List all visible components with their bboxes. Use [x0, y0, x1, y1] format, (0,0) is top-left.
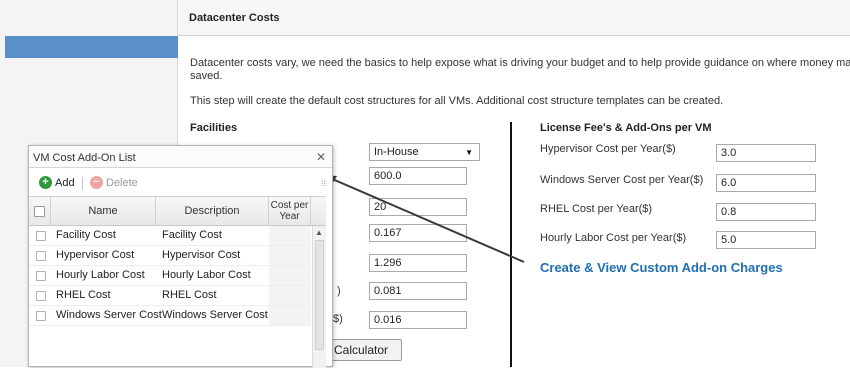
add-button-label: Add — [55, 176, 75, 189]
grid-body: Facility Cost Facility Cost Hypervisor C… — [29, 226, 311, 326]
facility-field-1[interactable]: 600.0 — [369, 167, 467, 185]
row-name: RHEL Cost — [56, 289, 111, 301]
table-row[interactable]: Windows Server Cost Windows Server Cost — [29, 306, 311, 326]
row-description: Hypervisor Cost — [162, 249, 241, 261]
facility-label-partial-1: ) — [337, 285, 341, 297]
row-description: RHEL Cost — [162, 289, 217, 301]
table-row[interactable]: Hourly Labor Cost Hourly Labor Cost — [29, 266, 311, 286]
intro-line-1b: saved. — [190, 70, 223, 82]
page-header: Datacenter Costs — [178, 0, 850, 36]
row-description: Hourly Labor Cost — [162, 269, 251, 281]
dialog-title: VM Cost Add-On List — [33, 152, 136, 164]
row-checkbox[interactable] — [36, 231, 46, 241]
toolbar-separator — [82, 177, 83, 190]
select-all-checkbox[interactable] — [34, 206, 45, 217]
rhel-cost-input[interactable]: 0.8 — [716, 203, 816, 221]
delete-button-label: Delete — [106, 176, 138, 189]
facility-type-select[interactable]: In-House ▼ — [369, 143, 480, 161]
table-row[interactable]: Hypervisor Cost Hypervisor Cost — [29, 246, 311, 266]
scroll-up-icon[interactable]: ▲ — [315, 228, 323, 237]
delete-button[interactable]: − Delete — [90, 176, 138, 189]
column-menu-icon[interactable]: ⁞⁞ — [321, 178, 326, 188]
rhel-cost-label: RHEL Cost per Year($) — [540, 203, 653, 215]
intro-paragraph: Datacenter costs vary, we need the basic… — [190, 57, 850, 83]
labor-cost-input[interactable]: 5.0 — [716, 231, 816, 249]
windows-cost-label: Windows Server Cost per Year($) — [540, 174, 704, 186]
facility-field-3[interactable]: 0.167 — [369, 224, 467, 242]
table-row[interactable]: Facility Cost Facility Cost — [29, 226, 311, 246]
windows-cost-input[interactable]: 6.0 — [716, 174, 816, 192]
section-divider — [510, 122, 512, 367]
chevron-down-icon: ▼ — [465, 148, 473, 157]
grid-header: Name Description Cost per Year — [29, 196, 326, 226]
intro-line-1: Datacenter costs vary, we need the basic… — [190, 57, 850, 69]
column-header-description[interactable]: Description — [156, 197, 269, 226]
dialog-toolbar: + Add − Delete ⁞⁞ — [29, 172, 332, 194]
row-checkbox[interactable] — [36, 291, 46, 301]
dialog-title-bar[interactable]: VM Cost Add-On List ✕ — [29, 146, 332, 168]
row-checkbox[interactable] — [36, 311, 46, 321]
calculator-button[interactable]: Calculator — [328, 339, 402, 361]
plus-circle-icon: + — [39, 176, 52, 189]
row-checkbox[interactable] — [36, 271, 46, 281]
grid-scrollbar[interactable]: ▲ — [312, 226, 326, 368]
minus-circle-icon: − — [90, 176, 103, 189]
hypervisor-cost-label: Hypervisor Cost per Year($) — [540, 143, 676, 155]
page-title: Datacenter Costs — [189, 12, 280, 24]
row-name: Facility Cost — [56, 229, 116, 241]
row-description: Windows Server Cost — [162, 309, 268, 321]
custom-addon-link[interactable]: Create & View Custom Add-on Charges — [540, 260, 783, 275]
scrollbar-thumb[interactable] — [315, 240, 324, 350]
header-select-all[interactable] — [29, 197, 51, 226]
row-name: Hypervisor Cost — [56, 249, 135, 261]
facility-field-2[interactable]: 20 — [369, 198, 467, 216]
facilities-title: Facilities — [190, 122, 238, 134]
facility-field-6[interactable]: 0.016 — [369, 311, 467, 329]
labor-cost-label: Hourly Labor Cost per Year($) — [540, 232, 687, 244]
column-header-cost[interactable]: Cost per Year — [269, 197, 311, 226]
row-name: Windows Server Cost — [56, 309, 162, 321]
table-row[interactable]: RHEL Cost RHEL Cost — [29, 286, 311, 306]
hypervisor-cost-input[interactable]: 3.0 — [716, 144, 816, 162]
row-name: Hourly Labor Cost — [56, 269, 145, 281]
vm-cost-addon-dialog: VM Cost Add-On List ✕ + Add − Delete ⁞⁞ … — [28, 145, 333, 368]
license-title: License Fee's & Add-Ons per VM — [540, 122, 712, 134]
facility-type-value: In-House — [374, 146, 419, 158]
nav-item-selected[interactable] — [5, 36, 178, 58]
row-checkbox[interactable] — [36, 251, 46, 261]
close-icon[interactable]: ✕ — [316, 150, 326, 164]
intro-line-2: This step will create the default cost s… — [190, 95, 724, 107]
facility-field-5[interactable]: 0.081 — [369, 282, 467, 300]
facility-field-4[interactable]: 1.296 — [369, 254, 467, 272]
facility-label-partial-2: $) — [333, 313, 343, 325]
add-button[interactable]: + Add — [39, 176, 75, 189]
row-description: Facility Cost — [162, 229, 222, 241]
column-header-name[interactable]: Name — [51, 197, 156, 226]
